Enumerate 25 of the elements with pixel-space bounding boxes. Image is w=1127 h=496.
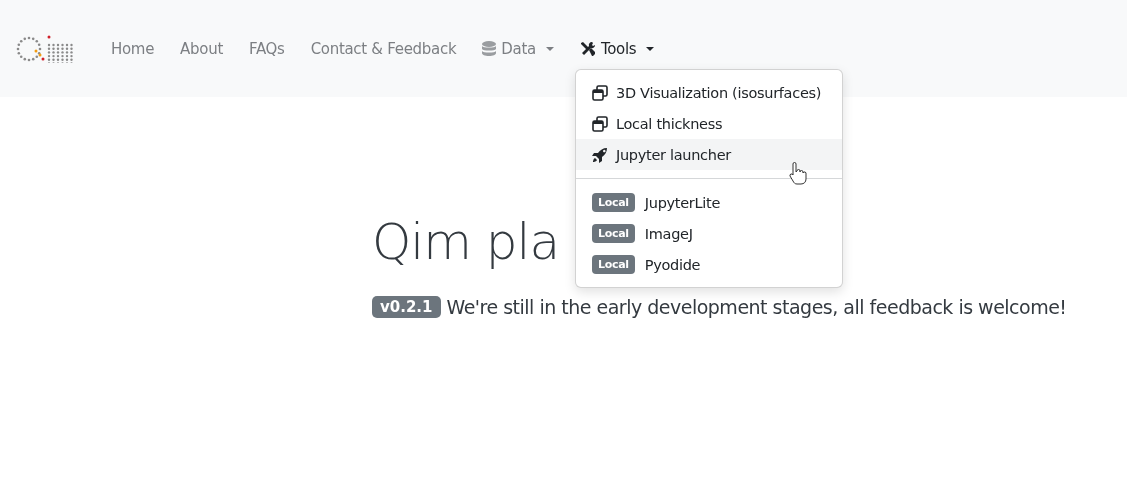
menu-item[interactable]: Jupyter launcher	[576, 139, 842, 170]
local-badge: Local	[592, 193, 635, 212]
version-badge: v0.2.1	[372, 296, 441, 318]
rocket-icon	[592, 146, 608, 163]
local-badge: Local	[592, 255, 635, 274]
hand-cursor-icon	[788, 162, 808, 186]
page-title: Qim pla	[372, 212, 560, 273]
nav-link[interactable]: Contact & Feedback	[301, 31, 466, 66]
menu-item[interactable]: Local ImageJ	[576, 218, 842, 249]
subtitle: We're still in the early development stages, all feedback is welcome!	[446, 296, 1067, 318]
nav-link[interactable]: Tools	[570, 31, 664, 66]
nav-link[interactable]: Data	[473, 31, 563, 66]
menu-item[interactable]: Local thickness	[576, 108, 842, 139]
local-badge: Local	[592, 224, 635, 243]
logo-icon[interactable]	[16, 34, 76, 63]
menu-item[interactable]: Local JupyterLite	[576, 187, 842, 218]
nav-link[interactable]: About	[171, 31, 232, 66]
menu-item[interactable]: Local Pyodide	[576, 249, 842, 280]
database-icon	[482, 41, 497, 56]
windows-icon	[592, 115, 608, 132]
nav-link[interactable]: Home	[102, 31, 164, 66]
tools-icon	[579, 40, 596, 57]
windows-icon	[592, 84, 608, 101]
nav-link[interactable]: FAQs	[239, 31, 294, 66]
menu-item[interactable]: 3D Visualization (isosurfaces)	[576, 77, 842, 108]
